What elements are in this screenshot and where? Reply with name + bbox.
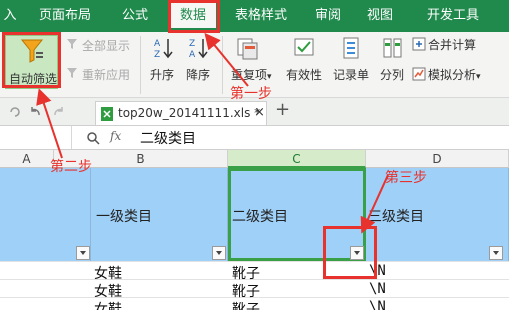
sort-descending-button[interactable]: 降序 — [186, 66, 210, 83]
ribbon-separator — [140, 36, 141, 94]
close-icon[interactable]: × — [254, 105, 265, 120]
zoom-icon[interactable] — [86, 131, 100, 145]
sort-ascending-button[interactable]: 升序 — [150, 66, 174, 83]
annotation-step2: 第二步 — [50, 159, 92, 175]
chevron-down-icon: ▾ — [267, 72, 272, 82]
formula-bar: fx 二级类目 — [0, 126, 509, 150]
annotation-step1: 第一步 — [230, 86, 272, 102]
column-header-a[interactable]: A — [0, 150, 54, 168]
cell-b-row1[interactable]: 女鞋 — [94, 263, 122, 283]
annotation-box-dropdown — [323, 226, 377, 279]
cell-d-row3[interactable]: \N — [369, 299, 386, 310]
validity-button[interactable]: 有效性 — [286, 66, 322, 83]
annotation-box-data-tab — [168, 0, 220, 33]
svg-text:Z: Z — [189, 39, 195, 49]
function-icon[interactable]: fx — [110, 129, 121, 143]
header-label-d: 三级类目 — [368, 209, 424, 225]
svg-text:Z: Z — [154, 50, 160, 60]
redo-icon[interactable] — [52, 105, 66, 119]
filter-dropdown-d[interactable] — [489, 246, 503, 260]
what-if-button[interactable]: 模拟分析▾ — [428, 66, 481, 83]
what-if-label: 模拟分析 — [428, 68, 477, 82]
menu-developer[interactable]: 开发工具 — [418, 0, 488, 32]
what-if-icon — [412, 67, 426, 81]
cell-c-row1[interactable]: 靴子 — [232, 263, 260, 283]
split-column-button[interactable]: 分列 — [380, 66, 404, 83]
menu-insert[interactable]: 入 — [0, 0, 20, 32]
menu-view[interactable]: 视图 — [360, 0, 400, 32]
column-header-c[interactable]: C — [228, 150, 366, 168]
chevron-down-icon: ▾ — [476, 72, 481, 82]
redo-history-icon — [10, 107, 20, 117]
cell-d-row2[interactable]: \N — [369, 281, 386, 297]
ribbon-separator — [222, 36, 223, 94]
filter-reapply-icon — [66, 67, 78, 79]
validity-icon — [294, 38, 314, 56]
merge-calc-icon — [412, 37, 426, 51]
formula-input[interactable]: 二级类目 — [140, 128, 196, 148]
record-form-button[interactable]: 记录单 — [333, 66, 369, 83]
record-form-icon — [343, 37, 359, 59]
tab-workbook-title: top20w_20141111.xls * — [118, 106, 261, 120]
cell-b-row3[interactable]: 女鞋 — [94, 299, 122, 310]
annotation-step3: 第三步 — [385, 170, 427, 186]
spreadsheet-file-icon — [101, 107, 113, 121]
menu-page-layout[interactable]: 页面布局 — [30, 0, 100, 32]
duplicates-label: 重复项 — [231, 68, 268, 82]
undo-icon[interactable] — [28, 105, 42, 119]
row-gridline — [0, 261, 509, 262]
svg-text:A: A — [154, 39, 161, 49]
filter-dropdown-b[interactable] — [212, 246, 226, 260]
header-label-b: 一级类目 — [96, 209, 152, 225]
show-all-button[interactable]: 全部显示 — [82, 37, 130, 54]
filter-dropdown-a[interactable] — [76, 246, 90, 260]
filter-show-all-icon — [66, 38, 78, 50]
tab-workbook[interactable]: top20w_20141111.xls * × — [95, 101, 267, 125]
duplicates-button[interactable]: 重复项▾ — [231, 66, 272, 83]
duplicates-icon — [237, 38, 258, 60]
add-tab-button[interactable]: + — [275, 99, 290, 120]
svg-text:A: A — [189, 50, 196, 60]
menu-table-style[interactable]: 表格样式 — [226, 0, 296, 32]
cell-c-row3[interactable]: 靴子 — [232, 299, 260, 310]
merge-calc-button[interactable]: 合并计算 — [428, 36, 476, 53]
split-column-icon — [383, 38, 402, 58]
column-header-d[interactable]: D — [366, 150, 509, 168]
sort-ascending-icon: A Z — [154, 39, 173, 60]
menu-formulas[interactable]: 公式 — [112, 0, 158, 32]
menu-bar: 入 页面布局 公式 数据 表格样式 审阅 视图 开发工具 — [0, 0, 509, 32]
reapply-button[interactable]: 重新应用 — [82, 66, 130, 83]
name-box[interactable] — [0, 126, 72, 149]
header-label-c: 二级类目 — [232, 209, 288, 225]
annotation-box-auto-filter — [2, 32, 61, 88]
sort-descending-icon: Z A — [189, 39, 208, 60]
cell-c-row2[interactable]: 靴子 — [232, 281, 260, 301]
cell-b-row2[interactable]: 女鞋 — [94, 281, 122, 301]
menu-review[interactable]: 审阅 — [308, 0, 348, 32]
